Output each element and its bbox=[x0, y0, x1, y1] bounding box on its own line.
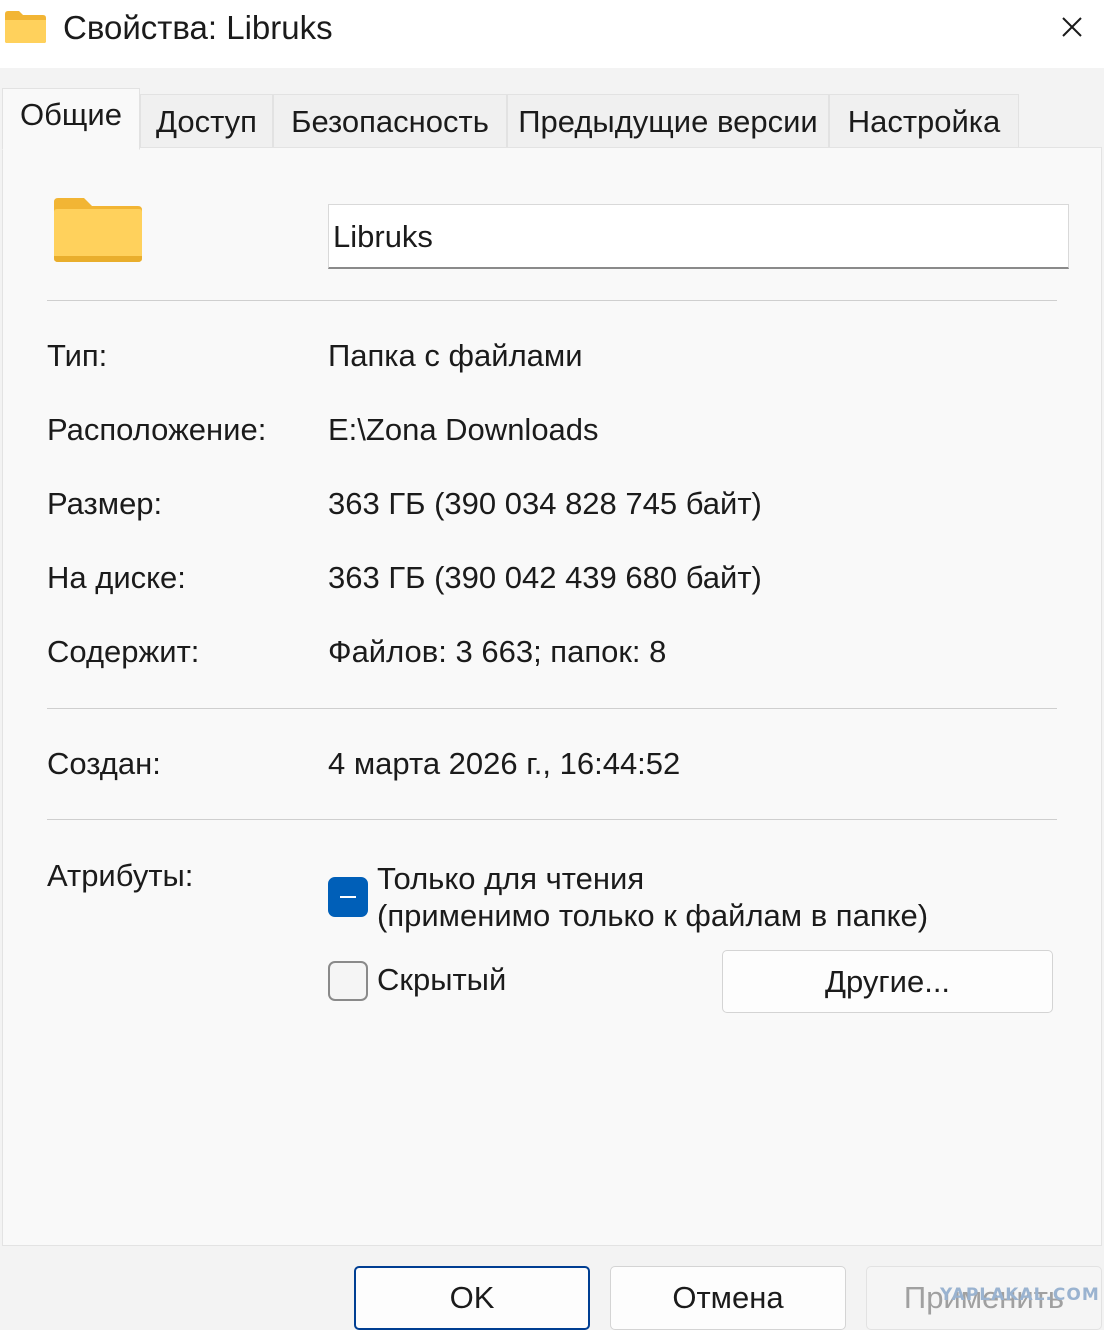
close-button[interactable] bbox=[1046, 4, 1098, 50]
created-label: Создан: bbox=[47, 746, 161, 781]
divider bbox=[47, 819, 1057, 820]
tab-customize[interactable]: Настройка bbox=[829, 94, 1019, 148]
watermark: YAPLAKAL.COM bbox=[940, 1285, 1100, 1305]
cancel-button[interactable]: Отмена bbox=[610, 1266, 846, 1330]
type-value: Папка с файлами bbox=[328, 338, 583, 373]
tab-previous-versions[interactable]: Предыдущие версии bbox=[507, 94, 829, 148]
readonly-note: (применимо только к файлам в папке) bbox=[377, 898, 929, 933]
hidden-checkbox[interactable] bbox=[328, 961, 368, 1001]
tab-sharing[interactable]: Доступ bbox=[140, 94, 273, 148]
title-bar: Свойства: Libruks bbox=[0, 0, 1104, 68]
hidden-label: Скрытый bbox=[377, 962, 507, 997]
created-value: 4 марта 2026 г., 16:44:52 bbox=[328, 746, 681, 781]
folder-icon bbox=[54, 198, 142, 262]
tab-general[interactable]: Общие bbox=[2, 88, 140, 150]
readonly-checkbox[interactable] bbox=[328, 877, 368, 917]
size-on-disk-label: На диске: bbox=[47, 560, 186, 595]
ok-button[interactable]: OK bbox=[354, 1266, 590, 1330]
folder-name-input[interactable] bbox=[328, 204, 1069, 269]
divider bbox=[47, 708, 1057, 709]
window-title: Свойства: Libruks bbox=[63, 9, 333, 46]
size-label: Размер: bbox=[47, 486, 163, 521]
contains-value: Файлов: 3 663; папок: 8 bbox=[328, 634, 667, 669]
tab-strip: Общие Доступ Безопасность Предыдущие вер… bbox=[0, 68, 1104, 150]
indeterminate-dash-icon bbox=[340, 896, 356, 898]
advanced-button[interactable]: Другие... bbox=[722, 950, 1053, 1013]
size-on-disk-value: 363 ГБ (390 042 439 680 байт) bbox=[328, 560, 762, 595]
general-panel: Тип: Папка с файлами Расположение: E:\Zo… bbox=[2, 147, 1102, 1246]
type-label: Тип: bbox=[47, 338, 108, 373]
folder-icon bbox=[5, 11, 46, 43]
readonly-label: Только для чтения bbox=[377, 861, 645, 896]
location-label: Расположение: bbox=[47, 412, 267, 447]
divider bbox=[47, 300, 1057, 301]
location-value: E:\Zona Downloads bbox=[328, 412, 599, 447]
size-value: 363 ГБ (390 034 828 745 байт) bbox=[328, 486, 762, 521]
close-icon bbox=[1062, 17, 1082, 37]
tab-security[interactable]: Безопасность bbox=[273, 94, 507, 148]
attributes-label: Атрибуты: bbox=[47, 858, 194, 893]
contains-label: Содержит: bbox=[47, 634, 200, 669]
